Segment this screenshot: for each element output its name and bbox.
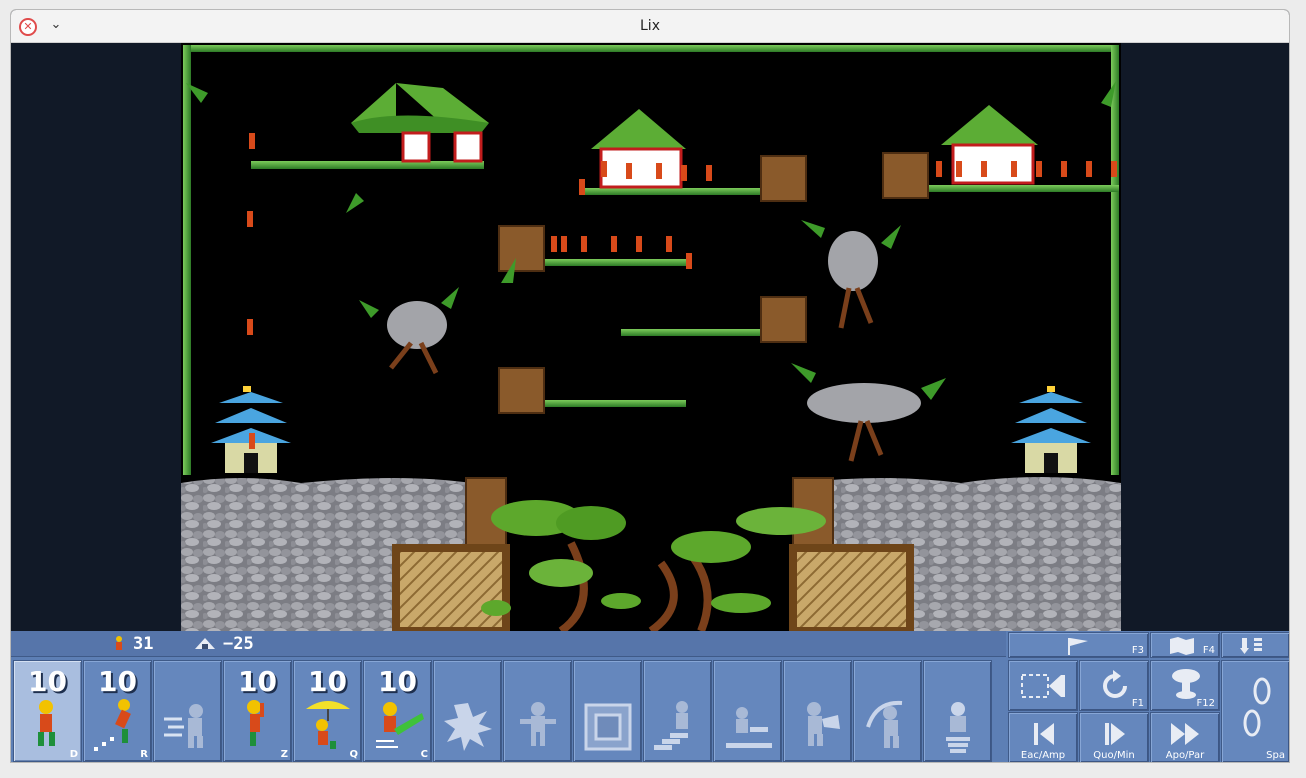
skill-hotkey: D: [69, 749, 78, 760]
skill-hotkey: Z: [280, 749, 288, 760]
play-label: Quo/Min: [1093, 750, 1135, 761]
slower-label: Eac/Amp: [1020, 750, 1066, 761]
lix-out-value: 31: [133, 634, 154, 654]
restart-icon: [1103, 670, 1127, 698]
skill-button-builder[interactable]: [643, 660, 712, 762]
skill-panel: 31 −25 10 D 10 R 10 Z 10 Q 10 C F3 F4 F1…: [11, 631, 1289, 762]
exit-hut-icon: [195, 638, 215, 649]
game-window: ✕ ⌄ Lix 31 −25 10 D 10 R 10 Z 10 Q 10 C …: [10, 9, 1290, 763]
skill-button-cuber[interactable]: [573, 660, 642, 762]
cuber-icon: [584, 703, 632, 751]
nuke-button[interactable]: F12: [1150, 660, 1220, 711]
platformer-icon: [726, 707, 772, 748]
miner-icon: [866, 700, 903, 748]
skill-hotkey: Q: [349, 749, 358, 760]
jumper-icon: [164, 704, 203, 748]
lix-out-counter: 31: [111, 634, 153, 654]
faster-label: Apo/Par: [1165, 750, 1205, 761]
batter-icon: [376, 702, 424, 748]
skill-button-digger[interactable]: [923, 660, 992, 762]
walker-icon: [38, 700, 55, 746]
floater-icon: [306, 701, 350, 749]
builder-icon: [654, 701, 688, 750]
skill-button-climber[interactable]: 10 Z: [223, 660, 292, 762]
pause-label: Spa: [1266, 750, 1285, 761]
title-bar: ✕ ⌄ Lix: [11, 10, 1289, 43]
fast-forward-icon: [1171, 723, 1199, 745]
skill-count: 10: [238, 665, 277, 698]
saved-value: −25: [223, 634, 254, 654]
spawn-interval-button[interactable]: [1221, 632, 1289, 658]
pause-button[interactable]: Spa: [1221, 660, 1289, 762]
flag-icon: [1068, 638, 1088, 655]
restart-button[interactable]: F1: [1079, 660, 1149, 711]
lix-icon: [116, 636, 122, 650]
saved-counter: −25: [193, 634, 254, 654]
restart-hotkey: F1: [1131, 698, 1144, 709]
skill-hotkey: R: [140, 749, 148, 760]
rewind-button[interactable]: [1008, 660, 1078, 711]
flag-button[interactable]: F3: [1008, 632, 1149, 658]
bamboo-platforms: [251, 161, 1119, 407]
skill-button-platformer[interactable]: [713, 660, 782, 762]
window-title: Lix: [640, 18, 660, 34]
skill-hotkey: C: [420, 749, 428, 760]
flag-hotkey: F3: [1131, 645, 1144, 656]
skill-button-batter[interactable]: 10 C: [363, 660, 432, 762]
play-button[interactable]: Quo/Min: [1079, 712, 1149, 762]
hatch-pagodas: [351, 83, 1038, 189]
skill-button-walker[interactable]: 10 D: [13, 660, 82, 762]
skill-count: 10: [98, 665, 137, 698]
skill-button-miner[interactable]: [853, 660, 922, 762]
blocker-icon: [520, 702, 556, 746]
faster-button[interactable]: Apo/Par: [1150, 712, 1220, 762]
map-button[interactable]: F4: [1150, 632, 1220, 658]
skill-button-blocker[interactable]: [503, 660, 572, 762]
level-playfield[interactable]: [181, 43, 1121, 631]
spawn-interval-icon: [1240, 638, 1262, 654]
digger-icon: [946, 702, 970, 753]
footprints-icon: [1243, 677, 1271, 737]
runner-icon: [94, 699, 131, 751]
nuke-hotkey: F12: [1196, 698, 1215, 709]
rewind-icon: [1021, 674, 1065, 698]
map-icon: [1170, 637, 1194, 655]
skill-button-exploder[interactable]: [433, 660, 502, 762]
skill-count: 10: [378, 665, 417, 698]
stats-bar: 31 −25: [11, 631, 1006, 657]
level-viewport[interactable]: [181, 43, 1121, 631]
exploder-icon: [444, 703, 492, 751]
step-back-icon: [1034, 723, 1054, 745]
skill-button-jumper[interactable]: [153, 660, 222, 762]
skill-count: 10: [308, 665, 347, 698]
skill-button-basher[interactable]: [783, 660, 852, 762]
slower-button[interactable]: Eac/Amp: [1008, 712, 1078, 762]
basher-icon: [807, 702, 840, 746]
skill-button-floater[interactable]: 10 Q: [293, 660, 362, 762]
skill-button-runner[interactable]: 10 R: [83, 660, 152, 762]
map-hotkey: F4: [1202, 645, 1215, 656]
rock-terrain: [181, 477, 1121, 631]
climber-icon: [247, 700, 264, 746]
bonsai-trees: [481, 500, 826, 631]
skill-count: 10: [28, 665, 67, 698]
nuke-icon: [1172, 669, 1200, 699]
wicker-crates: [392, 477, 914, 631]
exit-temples: [211, 386, 1091, 473]
play-step-icon: [1105, 723, 1125, 745]
